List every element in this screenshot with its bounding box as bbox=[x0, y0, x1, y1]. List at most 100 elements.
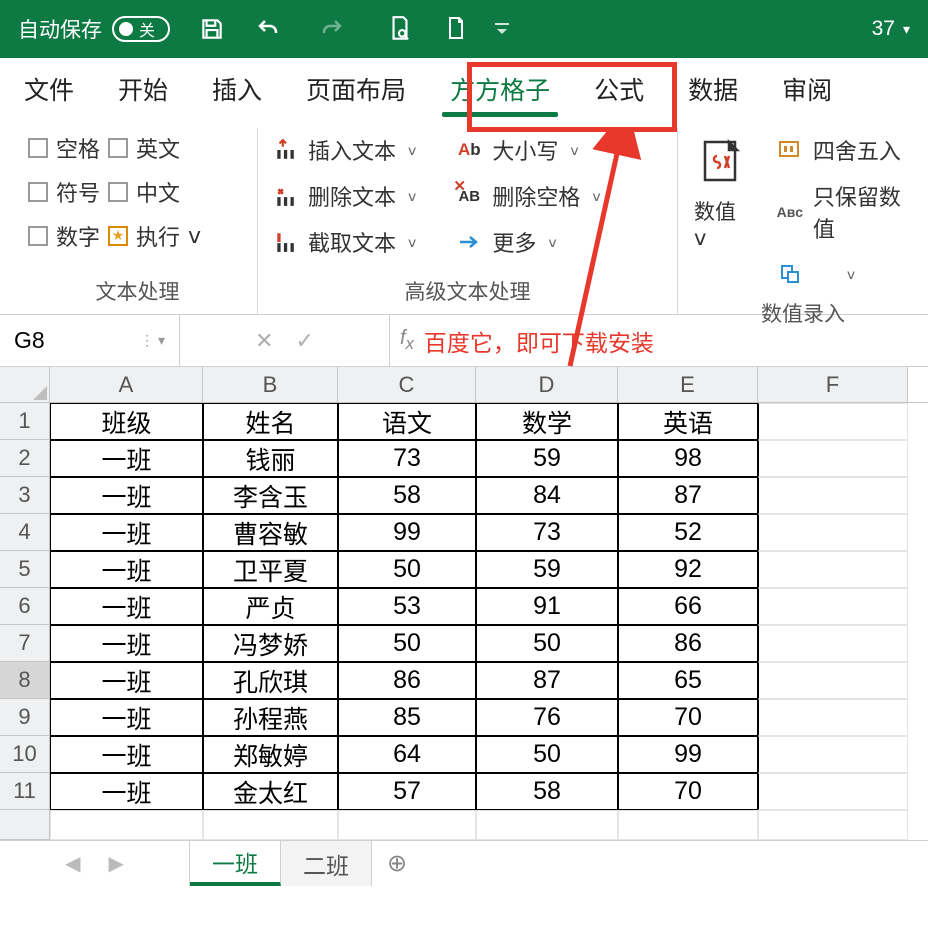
grid-cell[interactable]: 98 bbox=[618, 440, 758, 477]
grid-cell[interactable] bbox=[758, 625, 908, 662]
grid-cell[interactable] bbox=[618, 810, 758, 840]
sheet-next-icon[interactable]: ▶ bbox=[109, 851, 124, 876]
grid-cell[interactable]: 58 bbox=[476, 773, 618, 810]
tab-review[interactable]: 审阅 bbox=[774, 63, 840, 115]
grid-cell[interactable]: 冯梦娇 bbox=[203, 625, 338, 662]
grid-cell[interactable]: 73 bbox=[476, 514, 618, 551]
grid-cell[interactable] bbox=[758, 699, 908, 736]
grid-cell[interactable] bbox=[758, 440, 908, 477]
grid-cell[interactable]: 一班 bbox=[50, 699, 203, 736]
grid-cell[interactable]: 57 bbox=[338, 773, 476, 810]
grid-cell[interactable]: 金太红 bbox=[203, 773, 338, 810]
formula-input[interactable]: fx 百度它，即可下载安装 bbox=[390, 315, 928, 366]
sheet-tab-2[interactable]: 二班 bbox=[281, 841, 372, 886]
name-box-dropdown-icon[interactable]: ⋮ ▾ bbox=[140, 332, 165, 349]
grid-cell[interactable] bbox=[758, 588, 908, 625]
tab-insert[interactable]: 插入 bbox=[204, 63, 270, 115]
tab-layout[interactable]: 页面布局 bbox=[298, 63, 414, 115]
grid-cell[interactable]: 87 bbox=[476, 662, 618, 699]
grid-cell[interactable]: 59 bbox=[476, 551, 618, 588]
grid-cell[interactable]: 一班 bbox=[50, 440, 203, 477]
grid-cell[interactable]: 一班 bbox=[50, 662, 203, 699]
grid-cell[interactable]: 99 bbox=[618, 736, 758, 773]
row-header[interactable]: 7 bbox=[0, 625, 50, 662]
save-icon[interactable] bbox=[198, 15, 226, 43]
chk-num[interactable]: 数字 bbox=[28, 220, 100, 252]
cancel-icon[interactable]: ✕ bbox=[255, 328, 273, 354]
grid-cell[interactable]: 卫平夏 bbox=[203, 551, 338, 588]
grid-cell[interactable]: 99 bbox=[338, 514, 476, 551]
btn-keepnum[interactable]: Aʙᴄ只保留数值 bbox=[773, 178, 918, 246]
grid-cell[interactable] bbox=[758, 514, 908, 551]
grid-cell[interactable]: 严贞 bbox=[203, 588, 338, 625]
grid-cell[interactable] bbox=[758, 662, 908, 699]
grid-cell[interactable]: 86 bbox=[618, 625, 758, 662]
grid-cell[interactable]: 曹容敏 bbox=[203, 514, 338, 551]
grid-cell[interactable] bbox=[758, 736, 908, 773]
btn-numval[interactable]: 数值 ⅴ bbox=[688, 132, 757, 255]
toggle-switch[interactable]: 关 bbox=[112, 16, 170, 42]
grid-cell[interactable] bbox=[203, 810, 338, 840]
grid-cell[interactable]: 一班 bbox=[50, 477, 203, 514]
print-preview-icon[interactable] bbox=[386, 15, 414, 43]
sheet-tab-1[interactable]: 一班 bbox=[190, 841, 281, 886]
grid-cell[interactable]: 59 bbox=[476, 440, 618, 477]
fx-icon[interactable]: fx bbox=[400, 327, 414, 354]
tab-ffgz[interactable]: 方方格子 bbox=[442, 63, 558, 115]
undo-icon[interactable] bbox=[254, 15, 282, 43]
row-header[interactable]: 11 bbox=[0, 773, 50, 810]
grid-cell[interactable]: 50 bbox=[476, 625, 618, 662]
grid-cell[interactable]: 班级 bbox=[50, 403, 203, 440]
grid-cell[interactable] bbox=[476, 810, 618, 840]
grid-cell[interactable] bbox=[50, 810, 203, 840]
col-header-A[interactable]: A bbox=[50, 367, 203, 402]
grid-cell[interactable]: 91 bbox=[476, 588, 618, 625]
btn-cut-text[interactable]: 截取文本ⅴ bbox=[268, 224, 420, 260]
grid-cell[interactable]: 85 bbox=[338, 699, 476, 736]
grid-cell[interactable] bbox=[338, 810, 476, 840]
grid-cell[interactable]: 70 bbox=[618, 699, 758, 736]
grid-cell[interactable]: 一班 bbox=[50, 736, 203, 773]
select-all-corner[interactable] bbox=[0, 367, 50, 402]
row-header[interactable]: 9 bbox=[0, 699, 50, 736]
row-header[interactable]: 1 bbox=[0, 403, 50, 440]
grid-cell[interactable]: 53 bbox=[338, 588, 476, 625]
grid-cell[interactable]: 数学 bbox=[476, 403, 618, 440]
new-file-icon[interactable] bbox=[442, 15, 470, 43]
grid-cell[interactable] bbox=[758, 477, 908, 514]
row-header[interactable] bbox=[0, 810, 50, 840]
autosave-toggle[interactable]: 自动保存 关 bbox=[18, 14, 170, 44]
grid-cell[interactable]: 70 bbox=[618, 773, 758, 810]
customize-qat-icon[interactable] bbox=[488, 15, 516, 43]
grid-cell[interactable]: 52 bbox=[618, 514, 758, 551]
btn-delete-text[interactable]: 删除文本ⅴ bbox=[268, 178, 420, 214]
row-header[interactable]: 6 bbox=[0, 588, 50, 625]
redo-icon[interactable] bbox=[318, 15, 346, 43]
grid-cell[interactable] bbox=[758, 773, 908, 810]
btn-case[interactable]: Ab大小写ⅴ bbox=[452, 132, 604, 168]
grid-cell[interactable]: 英语 bbox=[618, 403, 758, 440]
grid-cell[interactable]: 86 bbox=[338, 662, 476, 699]
tab-home[interactable]: 开始 bbox=[110, 63, 176, 115]
grid-cell[interactable]: 孔欣琪 bbox=[203, 662, 338, 699]
grid-cell[interactable]: 孙程燕 bbox=[203, 699, 338, 736]
grid-cell[interactable]: 84 bbox=[476, 477, 618, 514]
sheet-prev-icon[interactable]: ◀ bbox=[65, 851, 80, 876]
grid-cell[interactable]: 73 bbox=[338, 440, 476, 477]
chk-en[interactable]: 英文 bbox=[108, 132, 201, 164]
add-sheet-icon[interactable]: ⊕ bbox=[372, 841, 422, 886]
chevron-down-icon[interactable]: ▾ bbox=[903, 21, 910, 38]
col-header-E[interactable]: E bbox=[618, 367, 758, 402]
btn-round[interactable]: 四舍五入 bbox=[773, 132, 918, 168]
grid-cell[interactable]: 66 bbox=[618, 588, 758, 625]
col-header-C[interactable]: C bbox=[338, 367, 476, 402]
grid-cell[interactable]: 65 bbox=[618, 662, 758, 699]
grid-cell[interactable]: 一班 bbox=[50, 773, 203, 810]
btn-more[interactable]: 更多ⅴ bbox=[452, 224, 604, 260]
grid-cell[interactable] bbox=[758, 403, 908, 440]
grid-cell[interactable]: 50 bbox=[476, 736, 618, 773]
chk-symbol[interactable]: 符号 bbox=[28, 176, 100, 208]
col-header-F[interactable]: F bbox=[758, 367, 908, 402]
grid-cell[interactable]: 姓名 bbox=[203, 403, 338, 440]
btn-paste-special[interactable]: ⅴ bbox=[773, 256, 918, 292]
